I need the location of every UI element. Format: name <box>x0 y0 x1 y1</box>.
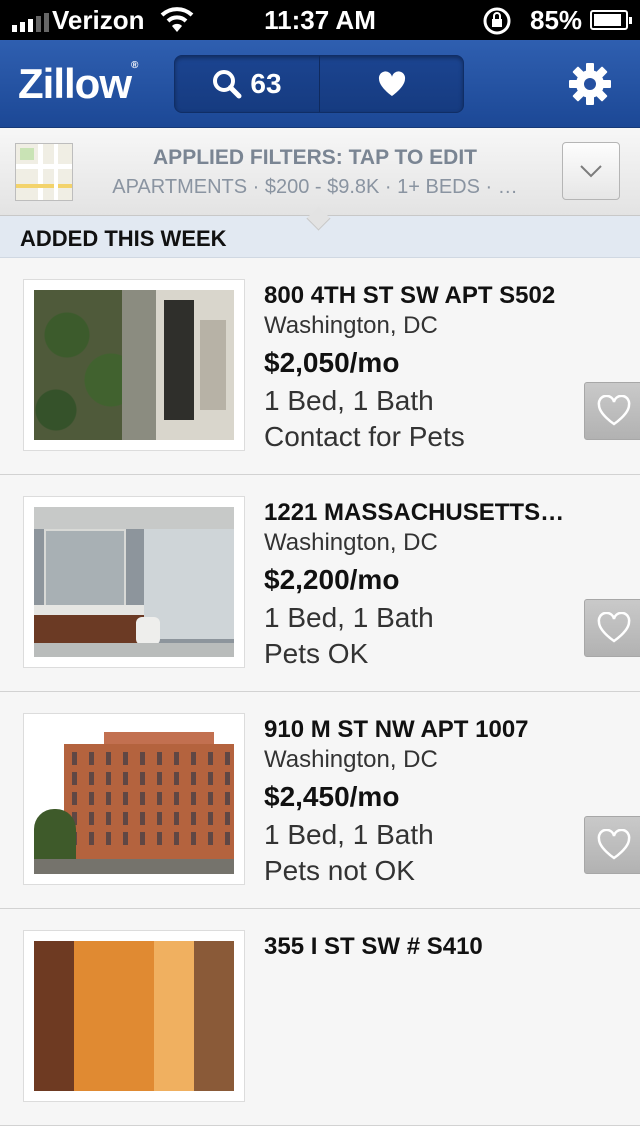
listing-photo <box>34 507 234 657</box>
favorite-button[interactable] <box>584 382 640 440</box>
listing-city: Washington, DC <box>264 746 438 773</box>
logo-text: Zillow <box>18 60 132 107</box>
listing-thumbnail <box>23 930 245 1102</box>
listing-thumbnail <box>23 713 245 885</box>
battery-icon <box>590 10 632 30</box>
listing-item[interactable]: 355 I ST SW # S410 <box>0 909 640 1126</box>
listing-address: 800 4TH ST SW APT S502 <box>264 282 556 309</box>
chevron-down-icon <box>580 165 602 178</box>
view-toggle: 63 <box>174 55 464 113</box>
favorites-tab[interactable] <box>320 56 463 112</box>
heart-outline-icon <box>597 395 631 426</box>
listing-pets: Pets OK <box>264 638 369 669</box>
listing-beds-baths: 1 Bed, 1 Bath <box>264 385 434 416</box>
heart-icon <box>378 71 405 96</box>
listing-item[interactable]: 800 4TH ST SW APT S502 Washington, DC $2… <box>0 258 640 475</box>
favorite-button[interactable] <box>584 599 640 657</box>
listing-beds-baths: 1 Bed, 1 Bath <box>264 819 434 850</box>
listing-pets: Pets not OK <box>264 855 415 886</box>
listing-price: $2,200/mo <box>264 564 400 595</box>
listing-city: Washington, DC <box>264 529 438 556</box>
gear-icon[interactable] <box>567 61 613 107</box>
status-bar: Verizon 11:37 AM 85% <box>0 0 640 40</box>
filters-title: APPLIED FILTERS: TAP TO EDIT <box>153 146 477 169</box>
applied-filters-bar[interactable]: APPLIED FILTERS: TAP TO EDIT APARTMENTS … <box>0 128 640 216</box>
filters-summary: APARTMENTS · $200 - $9.8K · 1+ BEDS · … <box>112 176 518 198</box>
heart-outline-icon <box>597 612 631 643</box>
listing-beds-baths: 1 Bed, 1 Bath <box>264 602 434 633</box>
result-count: 63 <box>250 68 282 99</box>
search-icon <box>213 70 242 99</box>
nav-bar: Zillow® 63 <box>0 40 640 128</box>
favorite-button[interactable] <box>584 816 640 874</box>
listing-price: $2,050/mo <box>264 347 400 378</box>
logo-registered-mark: ® <box>131 60 138 71</box>
listing-item[interactable]: 1221 MASSACHUSETTS… Washington, DC $2,20… <box>0 475 640 692</box>
listing-photo <box>34 290 234 440</box>
listing-thumbnail <box>23 496 245 668</box>
battery-percentage: 85% <box>530 5 583 35</box>
listing-pets: Contact for Pets <box>264 421 465 452</box>
listing-photo <box>34 724 234 874</box>
search-results-tab[interactable]: 63 <box>175 56 320 112</box>
zillow-logo: Zillow® <box>18 60 138 108</box>
listing-photo <box>34 941 234 1091</box>
heart-outline-icon <box>597 829 631 860</box>
listing-city: Washington, DC <box>264 312 438 339</box>
section-title: ADDED THIS WEEK <box>20 226 227 251</box>
map-icon <box>15 143 73 201</box>
listing-list: 800 4TH ST SW APT S502 Washington, DC $2… <box>0 258 640 1126</box>
listing-address: 355 I ST SW # S410 <box>264 933 483 960</box>
listing-address: 910 M ST NW APT 1007 <box>264 716 529 743</box>
listing-item[interactable]: 910 M ST NW APT 1007 Washington, DC $2,4… <box>0 692 640 909</box>
rotation-lock-icon <box>483 7 511 35</box>
listing-price: $2,450/mo <box>264 781 400 812</box>
filters-expand-button[interactable] <box>562 142 620 200</box>
listing-thumbnail <box>23 279 245 451</box>
listing-address: 1221 MASSACHUSETTS… <box>264 499 565 526</box>
